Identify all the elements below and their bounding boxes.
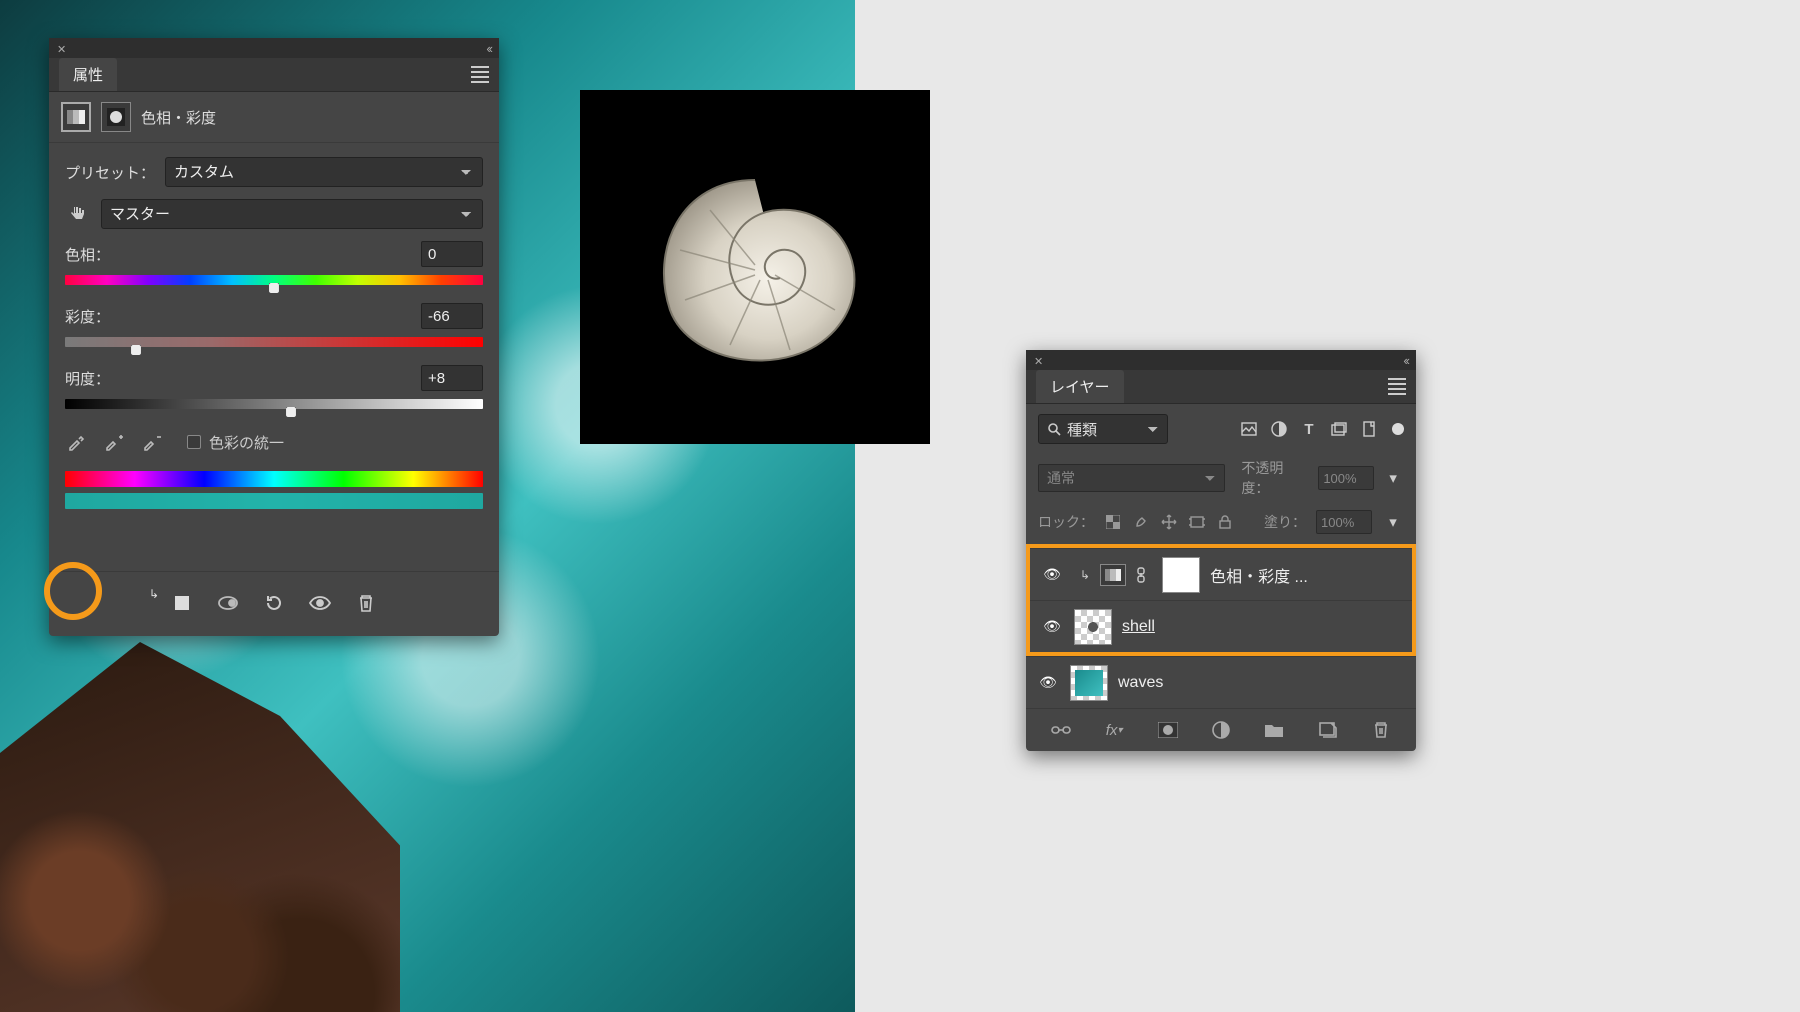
adjustment-thumb-icon <box>1100 564 1126 586</box>
tutorial-highlight-ring <box>44 562 102 620</box>
visibility-icon[interactable] <box>1036 674 1060 691</box>
trash-button[interactable] <box>343 584 389 622</box>
targeted-adjust-icon[interactable] <box>65 201 91 227</box>
saturation-value-input[interactable] <box>421 303 483 329</box>
opacity-label: 不透明度： <box>1241 458 1310 498</box>
mask-icon[interactable] <box>101 102 131 132</box>
layer-row-shell[interactable]: shell <box>1030 600 1412 652</box>
panel-tabbar: 属性 <box>49 58 499 92</box>
lock-transparent-icon[interactable] <box>1104 513 1122 531</box>
lock-artboard-icon[interactable] <box>1188 513 1206 531</box>
output-hue-strip <box>65 493 483 509</box>
panel-titlebar <box>1026 350 1416 370</box>
trash-button[interactable] <box>1368 719 1394 741</box>
filter-pixel-icon[interactable] <box>1238 418 1260 440</box>
collapse-icon[interactable] <box>1403 353 1408 368</box>
layer-name[interactable]: waves <box>1118 674 1163 692</box>
layer-row-waves[interactable]: waves <box>1026 656 1416 708</box>
mask-thumb[interactable] <box>1162 557 1200 593</box>
opacity-input[interactable] <box>1318 466 1374 490</box>
adjustment-button[interactable] <box>1208 719 1234 741</box>
blend-mode-select[interactable]: 通常 <box>1038 464 1225 492</box>
rocks-image <box>0 642 400 1012</box>
filter-smart-icon[interactable] <box>1358 418 1380 440</box>
link-icon[interactable] <box>1136 567 1152 583</box>
preset-label: プリセット： <box>65 162 155 183</box>
visibility-toggle-button[interactable] <box>297 584 343 622</box>
filter-adjust-icon[interactable] <box>1268 418 1290 440</box>
layer-thumb[interactable] <box>1070 665 1108 701</box>
visibility-icon[interactable] <box>1040 618 1064 635</box>
colorize-label: 色彩の統一 <box>209 432 284 453</box>
fill-label: 塗り： <box>1264 512 1306 532</box>
tutorial-highlight-box: ↳ 色相・彩度 ... shell <box>1026 544 1416 656</box>
chevron-down-icon[interactable]: ▾ <box>1382 511 1404 533</box>
clip-to-layer-button[interactable]: ↳ <box>159 584 205 622</box>
adjustment-name-label: 色相・彩度 <box>141 107 216 128</box>
adjustment-type-icon[interactable] <box>61 102 91 132</box>
tab-properties[interactable]: 属性 <box>59 58 117 91</box>
eyedropper-add-icon[interactable] <box>103 431 125 453</box>
lock-paint-icon[interactable] <box>1132 513 1150 531</box>
new-layer-button[interactable] <box>1315 719 1341 741</box>
filter-toggle[interactable] <box>1392 423 1404 435</box>
hue-value-input[interactable] <box>421 241 483 267</box>
saturation-label: 彩度： <box>65 306 110 327</box>
layer-thumb[interactable] <box>1074 609 1112 645</box>
channel-select[interactable]: マスター <box>101 199 483 229</box>
panel-menu-icon[interactable] <box>1388 378 1406 395</box>
properties-panel: 属性 色相・彩度 プリセット： カスタム マスター <box>49 38 499 636</box>
hue-slider[interactable] <box>65 275 483 285</box>
colorize-checkbox[interactable]: 色彩の統一 <box>187 432 284 453</box>
close-icon[interactable] <box>57 41 66 56</box>
panel-menu-icon[interactable] <box>471 66 489 83</box>
fx-button[interactable]: fx ▾ <box>1101 719 1127 741</box>
chevron-down-icon[interactable]: ▾ <box>1382 467 1404 489</box>
input-hue-strip <box>65 471 483 487</box>
mask-button[interactable] <box>1155 719 1181 741</box>
visibility-icon[interactable] <box>1040 566 1064 583</box>
lock-move-icon[interactable] <box>1160 513 1178 531</box>
collapse-icon[interactable] <box>486 41 491 56</box>
layer-filter-select[interactable]: 種類 <box>1038 414 1168 444</box>
group-button[interactable] <box>1261 719 1287 741</box>
view-previous-button[interactable] <box>205 584 251 622</box>
layers-panel: レイヤー 種類 T 通常 不透明度： ▾ ロック： 塗り： <box>1026 350 1416 751</box>
clip-indicator-icon: ↳ <box>1080 568 1090 582</box>
lightness-label: 明度： <box>65 368 110 389</box>
link-layers-button[interactable] <box>1048 719 1074 741</box>
lightness-slider[interactable] <box>65 399 483 409</box>
nautilus-shell-icon <box>640 160 870 370</box>
lock-all-icon[interactable] <box>1216 513 1234 531</box>
hue-label: 色相： <box>65 244 110 265</box>
close-icon[interactable] <box>1034 353 1043 368</box>
lock-label: ロック： <box>1038 512 1094 532</box>
panel-tabbar: レイヤー <box>1026 370 1416 404</box>
layer-name[interactable]: shell <box>1122 618 1155 636</box>
fill-input[interactable] <box>1316 510 1372 534</box>
shell-thumbnail-tile <box>580 90 930 444</box>
layer-row-adjustment[interactable]: ↳ 色相・彩度 ... <box>1030 548 1412 600</box>
eyedropper-sub-icon[interactable] <box>141 431 163 453</box>
filter-value-label: 種類 <box>1067 419 1097 440</box>
saturation-slider[interactable] <box>65 337 483 347</box>
preset-select[interactable]: カスタム <box>165 157 483 187</box>
eyedropper-icon[interactable] <box>65 431 87 453</box>
tab-layers[interactable]: レイヤー <box>1036 370 1124 403</box>
lightness-value-input[interactable] <box>421 365 483 391</box>
filter-text-icon[interactable]: T <box>1298 418 1320 440</box>
layer-name[interactable]: 色相・彩度 ... <box>1210 563 1308 587</box>
filter-shape-icon[interactable] <box>1328 418 1350 440</box>
reset-button[interactable] <box>251 584 297 622</box>
panel-titlebar <box>49 38 499 58</box>
